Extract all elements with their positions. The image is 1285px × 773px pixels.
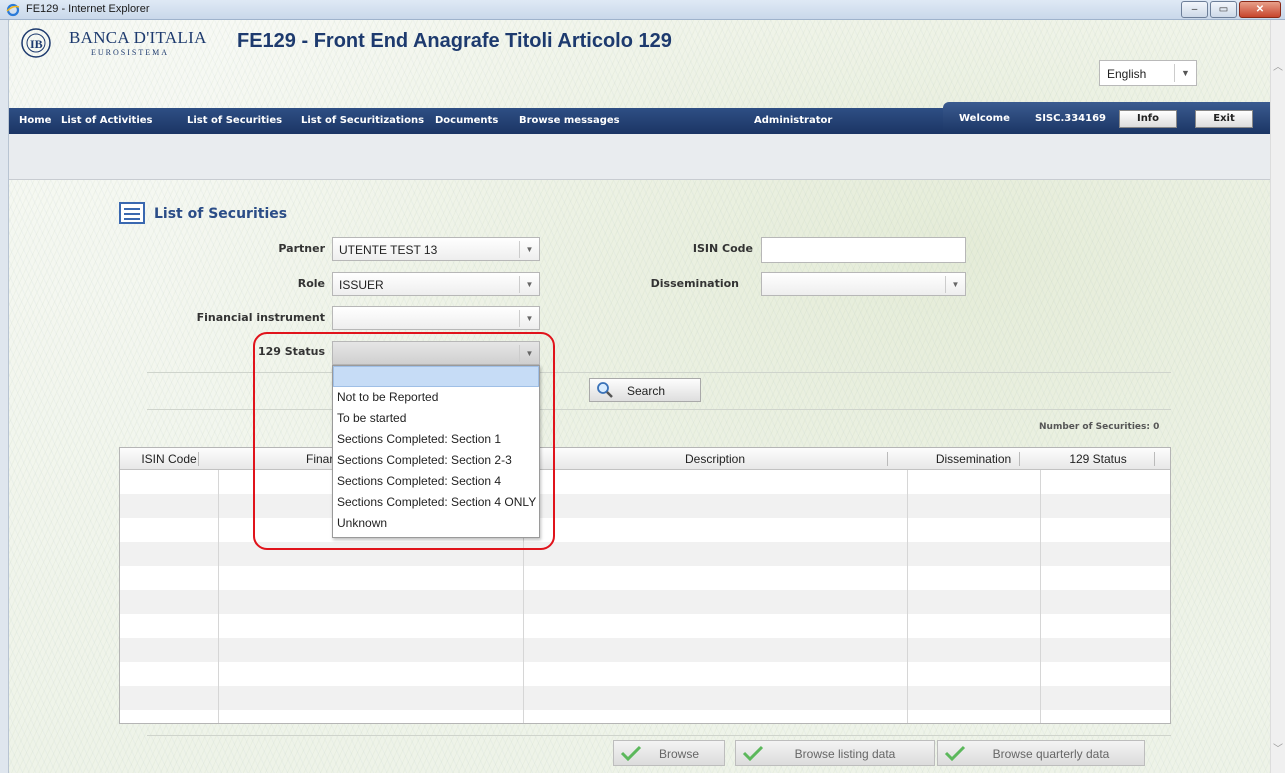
chevron-down-icon: ▼: [519, 310, 539, 327]
column-header-dissemination[interactable]: Dissemination: [907, 448, 1040, 470]
isin-code-input[interactable]: [761, 237, 966, 263]
search-label: Search: [627, 384, 666, 398]
page-title: List of Securities: [154, 206, 288, 222]
scroll-down-icon[interactable]: ﹀: [1273, 740, 1283, 755]
close-button[interactable]: ✕: [1239, 1, 1281, 18]
financial-instrument-select[interactable]: ▼: [332, 306, 540, 330]
partner-select[interactable]: UTENTE TEST 13 ▼: [332, 237, 540, 261]
column-header-description[interactable]: Description: [523, 448, 907, 470]
list-icon: [119, 202, 145, 224]
column-header-129-status[interactable]: 129 Status: [1040, 448, 1156, 470]
nav-browse-messages[interactable]: Browse messages: [519, 115, 620, 126]
chevron-down-icon: ▼: [519, 241, 539, 258]
window-titlebar: FE129 - Internet Explorer – ▭ ✕: [0, 0, 1285, 20]
dissemination-label: Dissemination: [650, 277, 739, 290]
browse-quarterly-data-button[interactable]: Browse quarterly data: [937, 740, 1145, 766]
column-header-isin[interactable]: ISIN Code: [120, 448, 218, 470]
brand-name: BANCA D'ITALIA: [69, 28, 207, 47]
role-label: Role: [297, 277, 325, 290]
minimize-button[interactable]: –: [1181, 1, 1208, 18]
nav-list-of-securities[interactable]: List of Securities: [187, 115, 282, 126]
role-select[interactable]: ISSUER ▼: [332, 272, 540, 296]
table-row[interactable]: [120, 638, 1170, 662]
browse-label: Browse: [658, 747, 699, 761]
chevron-down-icon: ▼: [1174, 64, 1196, 82]
chevron-down-icon: ▼: [945, 276, 965, 293]
search-icon: [597, 382, 613, 398]
browser-viewport: IB BANCA D'ITALIA EUROSISTEMA FE129 - Fr…: [8, 20, 1270, 773]
window-title: FE129 - Internet Explorer: [26, 3, 150, 15]
table-row[interactable]: [120, 590, 1170, 614]
partner-value: UTENTE TEST 13: [339, 243, 438, 257]
language-select[interactable]: English ▼: [1099, 60, 1197, 86]
language-value: English: [1107, 67, 1147, 81]
highlight-annotation: [253, 332, 555, 550]
nav-list-of-securitizations[interactable]: List of Securitizations: [301, 115, 424, 126]
info-button[interactable]: Info: [1119, 110, 1177, 128]
table-row[interactable]: [120, 614, 1170, 638]
chevron-down-icon: ▼: [519, 276, 539, 293]
maximize-button[interactable]: ▭: [1210, 1, 1237, 18]
bank-logo-icon: IB: [21, 28, 51, 58]
brand-subtitle: EUROSISTEMA: [91, 48, 170, 57]
svg-text:IB: IB: [30, 37, 43, 51]
page-header: IB BANCA D'ITALIA EUROSISTEMA FE129 - Fr…: [9, 20, 1270, 102]
table-row[interactable]: [120, 566, 1170, 590]
nav-administrator[interactable]: Administrator: [754, 115, 832, 126]
partner-label: Partner: [278, 242, 325, 255]
securities-count: Number of Securities: 0: [1039, 422, 1160, 432]
welcome-label: Welcome: [959, 113, 1010, 124]
internet-explorer-icon: [6, 3, 20, 17]
browse-listing-label: Browse listing data: [794, 747, 896, 761]
nav-list-of-activities[interactable]: List of Activities: [61, 115, 152, 126]
browse-listing-data-button[interactable]: Browse listing data: [735, 740, 935, 766]
scroll-up-icon[interactable]: ︿: [1273, 58, 1283, 73]
vertical-scrollbar[interactable]: ︿ ﹀: [1270, 20, 1285, 773]
isin-code-label: ISIN Code: [692, 242, 753, 255]
user-panel: Welcome SISC.334169 Info Exit: [943, 102, 1270, 134]
brand: BANCA D'ITALIA EUROSISTEMA: [69, 28, 207, 57]
browse-button[interactable]: Browse: [613, 740, 725, 766]
search-button[interactable]: Search: [589, 378, 701, 402]
dissemination-select[interactable]: ▼: [761, 272, 966, 296]
nav-home[interactable]: Home: [19, 115, 51, 126]
table-row[interactable]: [120, 686, 1170, 710]
browse-quarterly-label: Browse quarterly data: [992, 747, 1110, 761]
user-id: SISC.334169: [1035, 113, 1107, 124]
role-value: ISSUER: [339, 278, 384, 292]
divider: [147, 735, 1171, 736]
exit-button[interactable]: Exit: [1195, 110, 1253, 128]
nav-documents[interactable]: Documents: [435, 115, 498, 126]
toolbar-strip: [9, 134, 1270, 180]
table-row[interactable]: [120, 662, 1170, 686]
financial-instrument-label: Financial instrument: [196, 311, 325, 324]
app-title: FE129 - Front End Anagrafe Titoli Artico…: [237, 30, 672, 52]
